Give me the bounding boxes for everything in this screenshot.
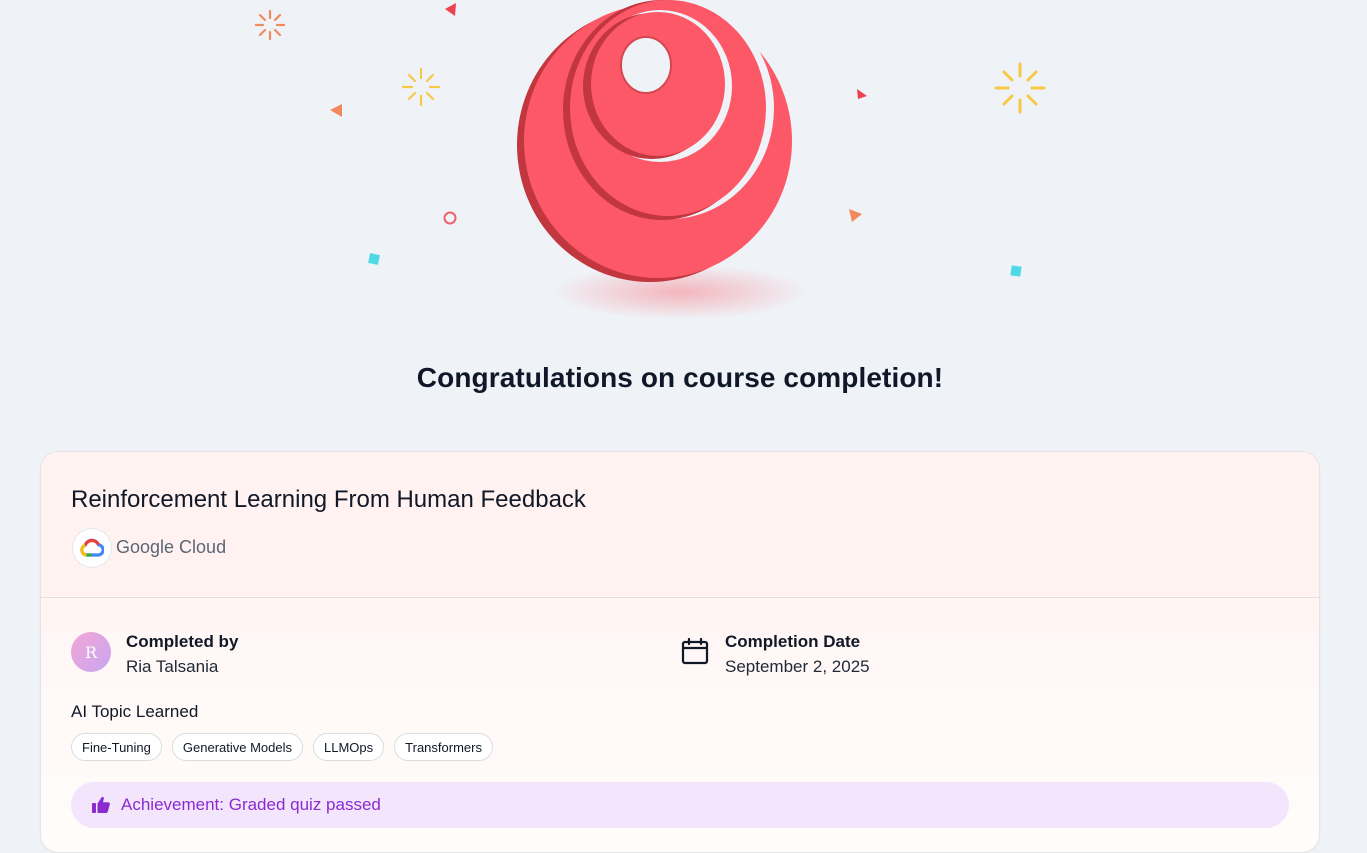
confetti-triangle [849, 209, 862, 222]
card-header: Reinforcement Learning From Human Feedba… [41, 452, 1319, 598]
course-completion-card: Reinforcement Learning From Human Feedba… [40, 451, 1320, 853]
thumbs-up-icon [92, 796, 110, 813]
completed-by-label: Completed by [126, 632, 239, 651]
topic-chips: Fine-Tuning Generative Models LLMOps Tra… [71, 733, 493, 761]
achievement-text: Achievement: Graded quiz passed [121, 795, 381, 814]
course-title: Reinforcement Learning From Human Feedba… [71, 486, 586, 513]
sparkle-icon [254, 9, 286, 41]
topic-chip: LLMOps [313, 733, 385, 761]
sparkle-icon [401, 67, 441, 107]
confetti-circle [443, 211, 457, 225]
provider-name: Google Cloud [116, 537, 227, 557]
achievement-banner: Achievement: Graded quiz passed [71, 782, 1289, 828]
badge-graphic [254, 0, 1046, 320]
celebration-illustration [0, 0, 1367, 340]
confetti-square [1010, 265, 1022, 277]
topic-chip: Fine-Tuning [71, 733, 162, 761]
calendar-icon [681, 637, 709, 665]
confetti-triangle [857, 89, 867, 99]
completion-date-label: Completion Date [725, 632, 861, 651]
google-cloud-logo-icon [72, 528, 112, 568]
confetti-square [368, 253, 380, 265]
sparkle-icon [994, 62, 1046, 114]
confetti-triangle [330, 104, 342, 117]
completed-by-name: Ria Talsania [126, 657, 219, 676]
topic-chip: Generative Models [171, 733, 304, 761]
page-title: Congratulations on course completion! [416, 362, 944, 393]
completion-date-value: September 2, 2025 [725, 657, 870, 676]
avatar: R [71, 632, 111, 672]
confetti-triangle [445, 3, 456, 16]
topics-label: AI Topic Learned [71, 702, 199, 721]
topic-chip: Transformers [394, 733, 493, 761]
